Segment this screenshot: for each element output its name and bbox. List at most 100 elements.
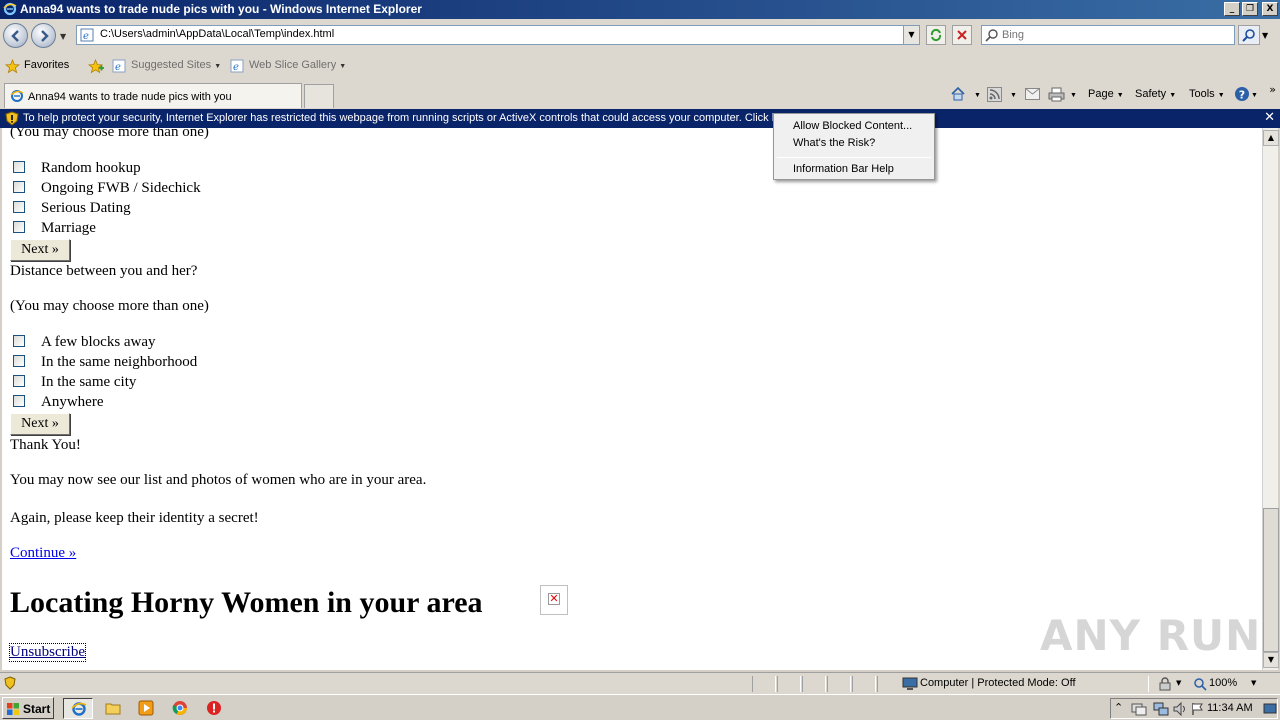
forward-arrow-icon (41, 30, 49, 42)
checkbox-few-blocks[interactable] (13, 335, 25, 347)
new-tab-button[interactable] (304, 84, 334, 108)
distance-question: Distance between you and her? (10, 263, 198, 279)
minimize-button[interactable]: _ (1224, 2, 1240, 16)
search-options-dropdown-icon[interactable]: ▼ (1262, 31, 1268, 40)
checkbox-same-city[interactable] (13, 375, 25, 387)
status-segment (802, 676, 826, 692)
checkbox-ongoing-fwb[interactable] (13, 181, 25, 193)
checkbox-anywhere[interactable] (13, 395, 25, 407)
help-dropdown-icon[interactable]: ▼ (1251, 88, 1258, 100)
print-icon[interactable] (1048, 87, 1065, 102)
search-icon (985, 29, 998, 42)
close-button[interactable]: X (1262, 2, 1278, 16)
feeds-dropdown-icon[interactable]: ▼ (1010, 88, 1017, 100)
address-dropdown-icon[interactable]: ▼ (903, 26, 919, 44)
recent-pages-dropdown-icon[interactable]: ▼ (60, 32, 66, 41)
suggested-sites-link[interactable]: Suggested Sites ▼ (131, 59, 221, 71)
web-slice-gallery-label: Web Slice Gallery (249, 59, 337, 71)
ie-logo-icon (3, 2, 17, 16)
search-input[interactable] (1002, 28, 1230, 42)
flag-notification-icon[interactable] (1191, 702, 1205, 716)
safety-menu[interactable]: Safety ▼ (1135, 88, 1176, 100)
taskbar-stop-app-button[interactable] (199, 698, 229, 719)
vertical-scrollbar[interactable]: ▲ ▼ (1262, 128, 1279, 670)
tools-menu[interactable]: Tools ▼ (1189, 88, 1225, 100)
refresh-button[interactable] (926, 25, 946, 45)
taskbar-explorer-button[interactable] (98, 698, 128, 719)
read-mail-icon[interactable] (1025, 88, 1040, 100)
svg-text:e: e (115, 62, 121, 73)
option-label: Marriage (41, 220, 96, 236)
svg-text:e: e (233, 62, 239, 73)
favorites-star-icon (5, 59, 20, 74)
close-infobar-icon[interactable]: ✕ (1264, 110, 1275, 125)
maximize-button[interactable]: ❐ (1242, 2, 1258, 16)
option-label: Random hookup (41, 160, 141, 176)
page-menu-label: Page (1088, 88, 1114, 100)
continue-link[interactable]: Continue » (10, 545, 76, 562)
checkbox-serious-dating[interactable] (13, 201, 25, 213)
address-bar[interactable]: e C:\Users\admin\AppData\Local\Temp\inde… (76, 25, 920, 45)
clock[interactable]: 11:34 AM (1207, 702, 1253, 714)
information-bar-message[interactable]: To help protect your security, Internet … (23, 112, 773, 124)
unsubscribe-link[interactable]: Unsubscribe (9, 643, 86, 662)
shield-warning-icon (5, 111, 19, 126)
back-button[interactable] (3, 23, 28, 48)
page-content: (You may choose more than one) Random ho… (2, 128, 1262, 670)
help-icon[interactable]: ? (1234, 86, 1250, 102)
taskbar-ie-button[interactable] (63, 698, 93, 719)
next-button[interactable]: Next » (10, 239, 70, 261)
navigation-bar: ▼ e C:\Users\admin\AppData\Local\Temp\in… (0, 19, 1280, 52)
tab-active[interactable]: Anna94 wants to trade nude pics with you (4, 83, 302, 108)
web-slice-gallery-link[interactable]: Web Slice Gallery ▼ (249, 59, 346, 71)
add-to-favorites-bar-icon[interactable] (88, 59, 104, 74)
favorites-button[interactable]: Favorites (24, 59, 69, 71)
start-button[interactable]: Start (2, 697, 54, 719)
checkbox-same-neighborhood[interactable] (13, 355, 25, 367)
zoom-icon (1194, 678, 1207, 691)
zoom-dropdown-icon[interactable]: ▼ (1251, 679, 1256, 687)
feeds-icon[interactable] (987, 87, 1002, 102)
action-center-icon[interactable] (1131, 702, 1147, 716)
taskbar-chrome-button[interactable] (165, 698, 195, 719)
address-url[interactable]: C:\Users\admin\AppData\Local\Temp\index.… (100, 28, 334, 40)
checkbox-random-hookup[interactable] (13, 161, 25, 173)
forward-button[interactable] (31, 23, 56, 48)
more-commands-chevron-icon[interactable]: » (1269, 83, 1276, 96)
next-button[interactable]: Next » (10, 413, 70, 435)
scrollbar-thumb[interactable] (1263, 508, 1279, 652)
menu-item-whats-the-risk[interactable]: What's the Risk? (775, 134, 933, 152)
window-title: Anna94 wants to trade nude pics with you… (20, 2, 422, 16)
information-bar[interactable]: To help protect your security, Internet … (0, 109, 1280, 128)
taskbar-media-player-button[interactable] (131, 698, 161, 719)
stop-button[interactable] (952, 25, 972, 45)
print-dropdown-icon[interactable]: ▼ (1070, 88, 1077, 100)
volume-icon[interactable] (1173, 702, 1189, 716)
title-bar: Anna94 wants to trade nude pics with you… (0, 0, 1280, 19)
home-icon[interactable] (950, 86, 966, 102)
zoom-level[interactable]: 100% (1209, 677, 1237, 689)
option-label: Anywhere (41, 394, 104, 410)
search-go-button[interactable] (1238, 25, 1260, 45)
option-label: A few blocks away (41, 334, 156, 350)
security-zone-text[interactable]: Computer | Protected Mode: Off (920, 677, 1076, 689)
protected-mode-dropdown-icon[interactable]: ▼ (1176, 679, 1181, 687)
page-icon: e (80, 28, 94, 42)
protected-mode-icon[interactable] (1157, 677, 1173, 691)
svg-text:?: ? (1239, 89, 1245, 102)
svg-text:e: e (83, 31, 89, 42)
scroll-down-arrow-icon[interactable]: ▼ (1263, 652, 1279, 668)
checkbox-marriage[interactable] (13, 221, 25, 233)
tray-expand-icon[interactable]: ⌃ (1114, 701, 1123, 714)
menu-item-allow-blocked-content[interactable]: Allow Blocked Content... (775, 117, 933, 135)
menu-item-information-bar-help[interactable]: Information Bar Help (775, 160, 933, 178)
home-dropdown-icon[interactable]: ▼ (974, 88, 981, 100)
back-arrow-icon (11, 30, 19, 42)
network-icon[interactable] (1153, 702, 1169, 716)
red-circle-icon (207, 701, 221, 715)
search-box[interactable] (981, 25, 1235, 45)
scroll-up-arrow-icon[interactable]: ▲ (1263, 130, 1279, 146)
show-desktop-icon[interactable] (1263, 702, 1277, 716)
page-menu[interactable]: Page ▼ (1088, 88, 1124, 100)
status-segment (827, 676, 851, 692)
